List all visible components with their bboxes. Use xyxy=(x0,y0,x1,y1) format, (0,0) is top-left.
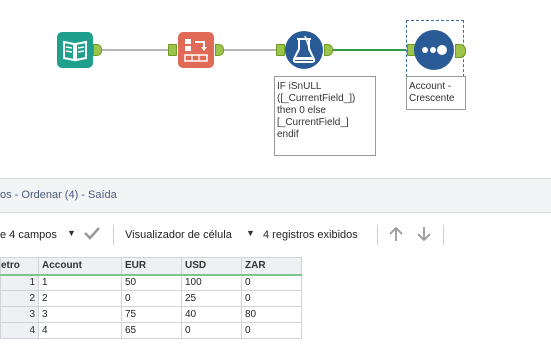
row-number: 1 xyxy=(0,274,39,291)
formula-annotation: IF iSnULL ([_CurrentField_]) then 0 else… xyxy=(274,76,376,156)
browse-annotation: Account - Crescente xyxy=(406,76,466,110)
browse-output-anchor[interactable] xyxy=(455,44,466,58)
table-cell[interactable]: 0 xyxy=(121,290,182,307)
sort-output-anchor[interactable] xyxy=(215,44,224,56)
results-toolbar: e 4 campos ▼ Visualizador de célula ▼ 4 … xyxy=(0,213,551,255)
cell-viewer-dropdown-caret-icon[interactable]: ▼ xyxy=(246,228,255,238)
formula-tool[interactable] xyxy=(285,31,323,69)
results-title-rest: - Ordenar (4) - Saída xyxy=(11,189,117,201)
table-cell[interactable]: 0 xyxy=(241,290,302,307)
fields-selector-label[interactable]: e 4 campos xyxy=(0,229,57,241)
table-cell[interactable]: 0 xyxy=(181,322,242,339)
row-number: 3 xyxy=(0,306,39,323)
table-cell[interactable]: 50 xyxy=(121,274,182,291)
results-header: os - Ordenar (4) - Saída xyxy=(0,178,551,213)
table-row[interactable]: 2 2 0 25 0 xyxy=(0,290,302,307)
table-cell[interactable]: 4 xyxy=(38,322,122,339)
table-cell[interactable]: 2 xyxy=(38,290,122,307)
connection-input-to-sort[interactable] xyxy=(100,49,168,51)
browse-dots-icon xyxy=(422,45,447,55)
sort-icon xyxy=(184,39,208,62)
column-header-zar[interactable]: ZAR xyxy=(241,257,302,276)
toolbar-divider xyxy=(443,225,444,245)
table-cell[interactable]: 25 xyxy=(181,290,242,307)
arrow-up-icon[interactable] xyxy=(388,225,404,248)
table-cell[interactable]: 100 xyxy=(181,274,242,291)
results-grid: etro Account EUR USD ZAR 1 1 50 100 0 2 … xyxy=(0,257,302,339)
table-row[interactable]: 4 4 65 0 0 xyxy=(0,322,302,339)
row-number: 4 xyxy=(0,322,39,339)
table-cell[interactable]: 75 xyxy=(121,306,182,323)
column-header-usd[interactable]: USD xyxy=(181,257,242,276)
connection-sort-to-formula[interactable] xyxy=(222,49,276,51)
results-title: os - Ordenar (4) - Saída xyxy=(0,189,117,201)
workflow-canvas[interactable]: IF iSnULL ([_CurrentField_]) then 0 else… xyxy=(0,0,551,178)
table-cell[interactable]: 0 xyxy=(241,274,302,291)
table-row[interactable]: 1 1 50 100 0 xyxy=(0,274,302,291)
table-cell[interactable]: 3 xyxy=(38,306,122,323)
column-header-record[interactable]: etro xyxy=(0,257,39,276)
cell-viewer-label[interactable]: Visualizador de célula xyxy=(125,229,232,241)
browse-tool[interactable] xyxy=(414,30,454,70)
row-number: 2 xyxy=(0,290,39,307)
connection-formula-to-browse[interactable] xyxy=(332,49,406,51)
table-cell[interactable]: 40 xyxy=(181,306,242,323)
formula-flask-icon xyxy=(292,35,316,63)
sort-tool[interactable] xyxy=(178,32,214,68)
records-count: 4 registros exibidos xyxy=(263,229,358,241)
results-title-prefix: os xyxy=(0,189,12,201)
table-row[interactable]: 3 3 75 40 80 xyxy=(0,306,302,323)
book-icon xyxy=(63,40,87,62)
arrow-down-icon[interactable] xyxy=(416,225,432,248)
table-cell[interactable]: 1 xyxy=(38,274,122,291)
table-cell[interactable]: 65 xyxy=(121,322,182,339)
table-cell[interactable]: 0 xyxy=(241,322,302,339)
formula-input-anchor[interactable] xyxy=(276,44,285,56)
fields-dropdown-caret-icon[interactable]: ▼ xyxy=(67,228,76,238)
toolbar-divider xyxy=(377,225,378,245)
column-header-account[interactable]: Account xyxy=(38,257,122,276)
table-cell[interactable]: 80 xyxy=(241,306,302,323)
input-output-anchor[interactable] xyxy=(93,44,102,56)
checkmark-icon[interactable] xyxy=(83,225,101,246)
sort-input-anchor[interactable] xyxy=(168,44,177,56)
column-header-eur[interactable]: EUR xyxy=(121,257,182,276)
grid-header-row: etro Account EUR USD ZAR xyxy=(0,257,302,276)
toolbar-divider xyxy=(113,225,114,245)
input-data-tool[interactable] xyxy=(57,32,93,68)
formula-output-anchor[interactable] xyxy=(324,44,333,56)
